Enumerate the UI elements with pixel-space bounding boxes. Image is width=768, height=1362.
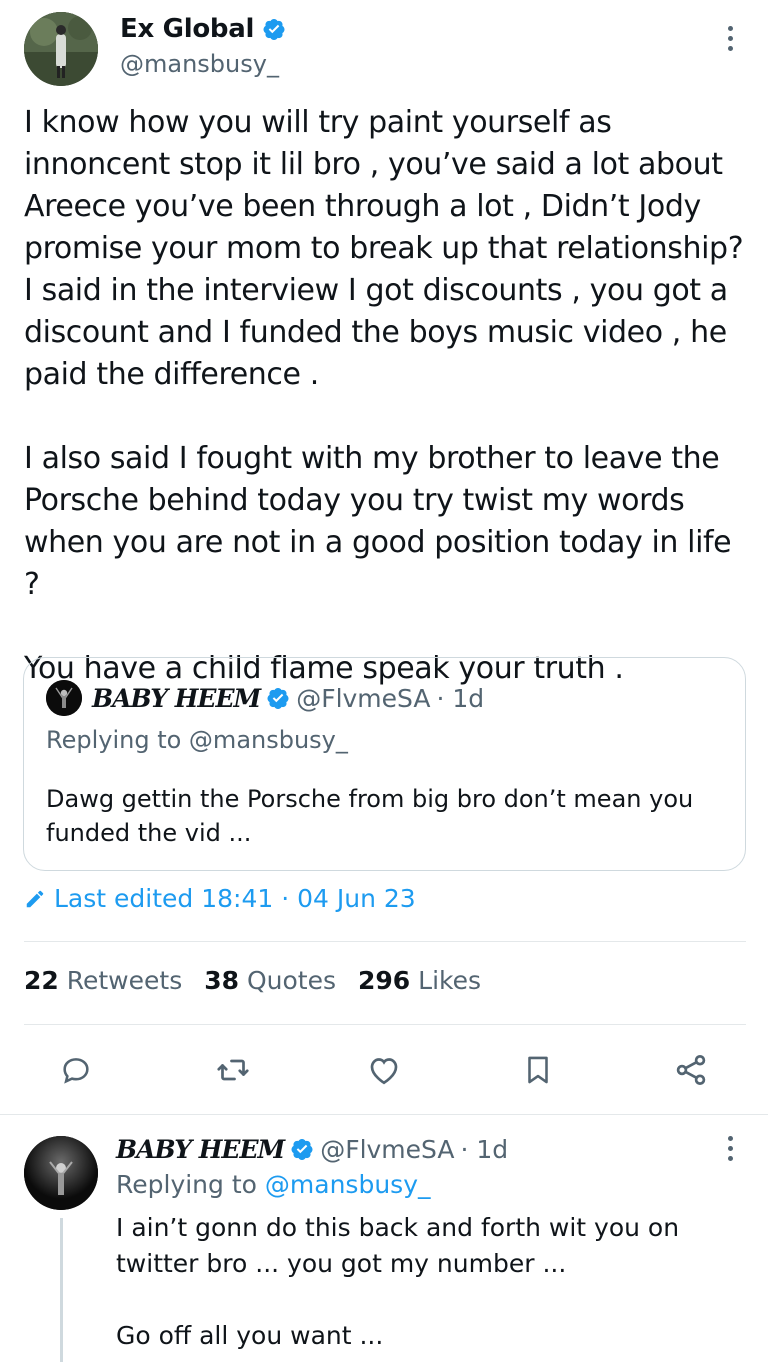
verified-badge-icon [267,688,289,709]
quoted-replying-to: Replying to @mansbusy_ [46,726,348,754]
reply-text: I ain’t gonn do this back and forth wit … [116,1210,746,1354]
quoted-author-avatar [46,680,82,716]
tweet-paragraph: I know how you will try paint yourself a… [24,105,753,392]
author-name-row[interactable]: Ex Global [120,14,286,44]
reply-author-name[interactable]: BABY HEEM [116,1135,285,1164]
verified-badge-icon [263,19,285,40]
edit-pencil-icon [26,890,44,907]
tweet-paragraph: I also said I fought with my brother to … [24,441,741,602]
likes-stat[interactable]: 296 Likes [358,966,481,995]
retweets-stat[interactable]: 22 Retweets [24,966,182,995]
more-options-icon[interactable] [722,1136,738,1166]
bookmark-icon[interactable] [518,1050,558,1090]
verified-badge-icon [291,1139,313,1160]
tweet-text: I know how you will try paint yourself a… [24,102,754,690]
reply-paragraph: Go off all you want ... [116,1321,384,1350]
retweet-icon[interactable] [213,1050,253,1090]
quotes-stat[interactable]: 38 Quotes [204,966,336,995]
quoted-author-name: BABY HEEM [92,683,261,713]
quoted-time: · 1d [436,683,485,713]
thread-line [60,1218,63,1362]
reply-author-handle[interactable]: @FlvmeSA [320,1135,454,1164]
quoted-header: BABY HEEM @FlvmeSA · 1d [92,680,484,716]
quoted-tweet-card[interactable]: BABY HEEM @FlvmeSA · 1d Replying to @man… [23,657,746,871]
more-options-icon[interactable] [722,26,738,56]
share-icon[interactable] [671,1050,711,1090]
engagement-stats: 22 Retweets 38 Quotes 296 Likes [24,966,481,995]
reply-icon[interactable] [56,1050,96,1090]
last-edited-label[interactable]: Last edited 18:41 · 04 Jun 23 [54,884,416,913]
reply-header[interactable]: BABY HEEM @FlvmeSA · 1d [116,1130,508,1168]
reply-time: · 1d [460,1134,509,1164]
replying-to-handle-link[interactable]: @mansbusy_ [265,1170,431,1199]
author-name[interactable]: Ex Global [120,14,254,44]
quoted-text: Dawg gettin the Porsche from big bro don… [46,785,694,847]
section-divider [0,1114,768,1115]
reply-paragraph: I ain’t gonn do this back and forth wit … [116,1213,688,1278]
author-handle[interactable]: @mansbusy_ [120,50,279,78]
reply-author-avatar[interactable] [24,1136,98,1210]
like-icon[interactable] [364,1050,404,1090]
divider [24,941,746,942]
divider [24,1024,746,1025]
reply-replying-to: Replying to @mansbusy_ [116,1170,431,1199]
last-edited-link[interactable]: Last edited 18:41 · 04 Jun 23 [24,884,416,913]
quoted-author-handle: @FlvmeSA [296,683,431,713]
author-avatar[interactable] [24,12,98,86]
